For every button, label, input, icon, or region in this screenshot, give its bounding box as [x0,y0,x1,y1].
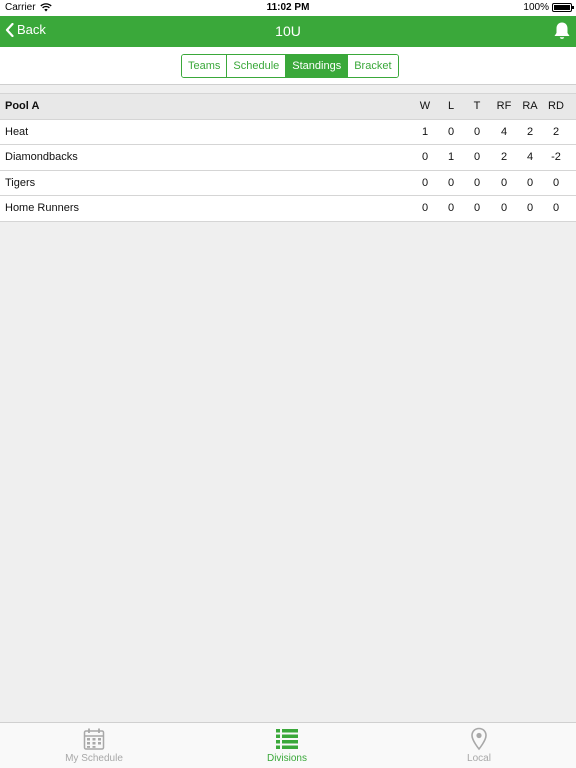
location-pin-icon [471,727,487,751]
team-name: Tigers [5,176,36,189]
navigation-bar: Back 10U [0,16,576,47]
standings-table: Pool A W L T RF RA RD Heat 1 0 0 4 2 2 D… [0,93,576,222]
column-header-ra: RA [522,100,538,113]
stat-rd: 2 [552,125,560,138]
status-bar: Carrier 11:02 PM 100% [0,0,576,16]
stat-t: 0 [473,202,481,215]
stat-l: 1 [447,151,455,164]
stat-t: 0 [473,125,481,138]
stat-w: 0 [421,151,429,164]
standings-header-row: Pool A W L T RF RA RD [0,94,576,120]
tab-bar: My Schedule Divisions Local [0,722,576,768]
stat-ra: 0 [526,176,534,189]
battery-percent: 100% [523,2,549,13]
column-header-rf: RF [496,100,512,113]
tab-local[interactable]: Local [419,727,539,764]
column-header-w: W [419,100,431,113]
segmented-control: Teams Schedule Standings Bracket [181,54,399,78]
stat-w: 0 [421,202,429,215]
page-title: 10U [275,23,301,39]
bell-icon[interactable] [553,21,571,41]
stat-t: 0 [473,176,481,189]
battery-icon [552,3,574,12]
list-icon [276,729,298,749]
stat-ra: 0 [526,202,534,215]
team-name: Heat [5,125,29,138]
table-row[interactable]: Diamondbacks 0 1 0 2 4 -2 [0,145,576,171]
stat-l: 0 [447,125,455,138]
stat-rf: 0 [500,176,508,189]
stat-rd: 0 [552,176,560,189]
stat-l: 0 [447,202,455,215]
tab-my-schedule[interactable]: My Schedule [34,727,154,764]
table-row[interactable]: Heat 1 0 0 4 2 2 [0,120,576,145]
segment-teams[interactable]: Teams [182,55,228,77]
table-row[interactable]: Home Runners 0 0 0 0 0 0 [0,196,576,222]
calendar-icon [83,728,105,750]
team-name: Diamondbacks [5,151,78,164]
tab-divisions[interactable]: Divisions [227,727,347,764]
segment-area: Teams Schedule Standings Bracket [0,47,576,85]
stat-ra: 2 [526,125,534,138]
stat-w: 0 [421,176,429,189]
tab-label: Local [467,753,491,764]
status-battery: 100% [523,2,574,13]
segment-schedule[interactable]: Schedule [227,55,287,77]
column-header-rd: RD [548,100,564,113]
stat-l: 0 [447,176,455,189]
team-name: Home Runners [5,202,79,215]
stat-rf: 0 [500,202,508,215]
stat-t: 0 [473,151,481,164]
status-time: 11:02 PM [266,2,310,13]
tab-label: My Schedule [65,753,123,764]
stat-rf: 2 [500,151,508,164]
tab-label: Divisions [266,753,307,764]
pool-label: Pool A [5,100,40,113]
segment-standings[interactable]: Standings [286,55,349,77]
stat-w: 1 [421,125,429,138]
segment-bracket[interactable]: Bracket [348,55,398,77]
stat-rd: -2 [551,151,561,164]
column-header-t: T [473,100,481,113]
stat-rf: 4 [500,125,508,138]
column-header-l: L [447,100,455,113]
stat-rd: 0 [552,202,560,215]
table-row[interactable]: Tigers 0 0 0 0 0 0 [0,171,576,196]
stat-ra: 4 [526,151,534,164]
